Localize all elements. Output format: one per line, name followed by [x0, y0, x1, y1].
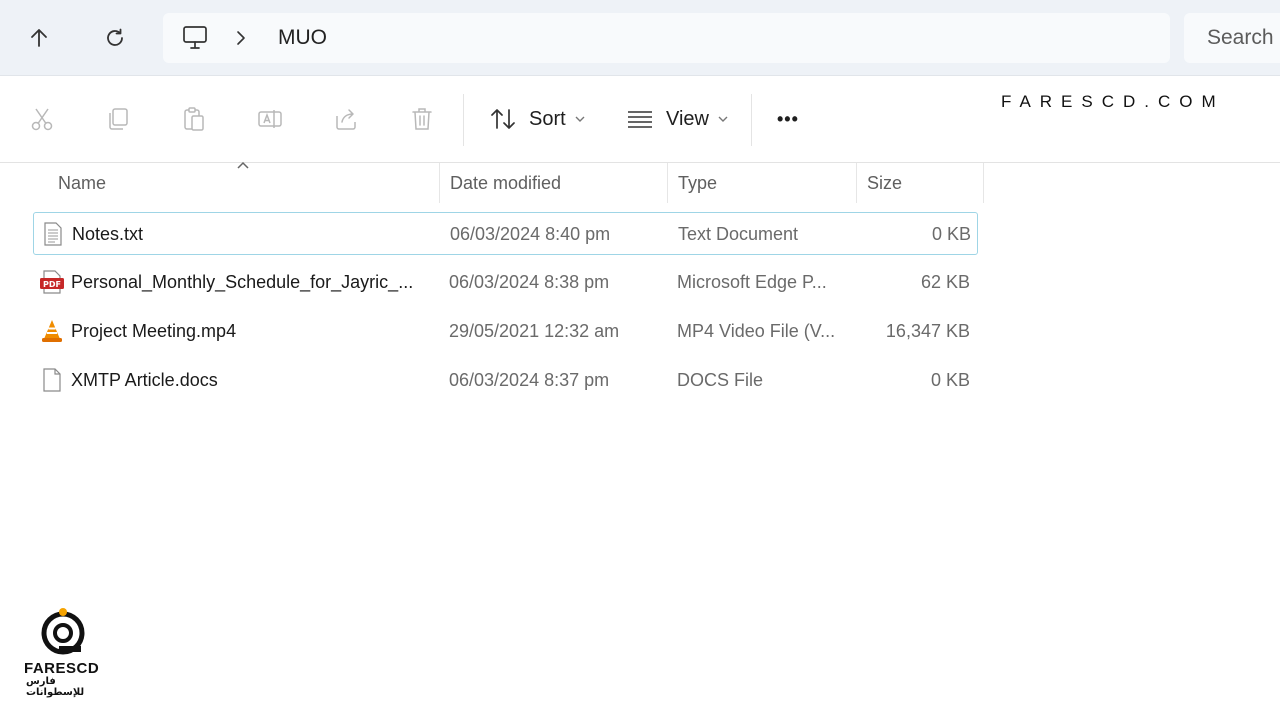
- trash-icon: [412, 108, 432, 130]
- column-divider[interactable]: [667, 163, 668, 203]
- view-button[interactable]: View: [626, 104, 729, 134]
- column-divider[interactable]: [856, 163, 857, 203]
- column-divider[interactable]: [983, 163, 984, 203]
- file-size: 0 KB: [930, 370, 970, 390]
- text-file-icon: [44, 222, 62, 246]
- column-header-name[interactable]: Name: [58, 163, 438, 203]
- copy-button[interactable]: [103, 104, 133, 134]
- search-input[interactable]: Search: [1184, 13, 1280, 63]
- file-type: Text Document: [678, 224, 799, 244]
- file-size: 16,347 KB: [885, 321, 970, 341]
- share-icon: [336, 109, 356, 130]
- sort-icon: [491, 109, 515, 129]
- cut-button[interactable]: [27, 104, 57, 134]
- scissors-icon: [31, 108, 53, 131]
- search-placeholder: Search: [1207, 26, 1274, 49]
- file-name: XMTP Article.docs: [71, 370, 218, 390]
- view-label: View: [666, 107, 709, 130]
- column-header-type[interactable]: Type: [678, 163, 856, 203]
- rename-button[interactable]: [255, 104, 285, 134]
- refresh-icon: [107, 28, 123, 46]
- file-type: DOCS File: [677, 370, 764, 390]
- file-row[interactable]: Notes.txt 06/03/2024 8:40 pm Text Docume…: [33, 212, 978, 255]
- toolbar-separator: [751, 94, 752, 146]
- delete-button[interactable]: [407, 104, 437, 134]
- logo-brand-text: FARESCD: [24, 660, 100, 677]
- file-date: 06/03/2024 8:38 pm: [449, 272, 610, 292]
- copy-icon: [109, 108, 128, 130]
- file-name: Notes.txt: [72, 224, 144, 244]
- svg-text:PDF: PDF: [43, 280, 61, 289]
- this-pc-icon: [183, 26, 207, 49]
- file-date: 06/03/2024 8:40 pm: [450, 224, 611, 244]
- blank-file-icon: [43, 368, 61, 392]
- chevron-down-icon: [718, 116, 728, 122]
- file-size: 62 KB: [920, 272, 970, 292]
- file-name: Project Meeting.mp4: [71, 321, 237, 341]
- refresh-button[interactable]: [97, 20, 133, 56]
- watermark-text: FARESCD.COM: [1001, 92, 1225, 111]
- sort-label: Sort: [529, 107, 566, 130]
- share-button[interactable]: [331, 104, 361, 134]
- file-type: MP4 Video File (V...: [677, 321, 836, 341]
- file-date: 29/05/2021 12:32 am: [449, 321, 620, 341]
- command-bar: Sort View ••• FARESCD.COM: [0, 76, 1280, 163]
- up-button[interactable]: [21, 20, 57, 56]
- sort-button[interactable]: Sort: [489, 104, 586, 134]
- column-divider[interactable]: [439, 163, 440, 203]
- column-header-date[interactable]: Date modified: [450, 163, 666, 203]
- file-date: 06/03/2024 8:37 pm: [449, 370, 610, 390]
- logo-emblem-icon: [41, 608, 85, 655]
- more-options-icon: •••: [777, 108, 799, 129]
- chevron-down-icon: [575, 116, 585, 122]
- vlc-cone-icon: [42, 320, 62, 342]
- file-size: 0 KB: [931, 224, 971, 244]
- address-field[interactable]: MUO: [163, 13, 1170, 63]
- rename-icon: [258, 110, 282, 128]
- file-name: Personal_Monthly_Schedule_for_Jayric_...: [71, 272, 414, 292]
- address-bar-region: MUO Search: [0, 0, 1280, 76]
- paste-button[interactable]: [179, 104, 209, 134]
- breadcrumb-current-folder[interactable]: MUO: [278, 26, 327, 50]
- farescd-logo: FARESCD فارس للإسطوانات: [22, 606, 104, 698]
- file-row[interactable]: Project Meeting.mp4 29/05/2021 12:32 am …: [33, 310, 976, 351]
- list-view-icon: [628, 111, 652, 128]
- toolbar-separator: [463, 94, 464, 146]
- chevron-right-icon[interactable]: [233, 29, 249, 47]
- clipboard-icon: [184, 107, 204, 131]
- file-type: Microsoft Edge P...: [677, 272, 827, 292]
- file-row[interactable]: XMTP Article.docs 06/03/2024 8:37 pm DOC…: [33, 359, 976, 400]
- pdf-file-icon: PDF: [40, 270, 64, 294]
- arrow-up-icon: [31, 29, 47, 47]
- column-header-size[interactable]: Size: [867, 163, 983, 203]
- logo-tagline: فارس للإسطوانات: [26, 676, 85, 698]
- more-options-button[interactable]: •••: [777, 104, 799, 134]
- file-row[interactable]: PDF Personal_Monthly_Schedule_for_Jayric…: [33, 261, 976, 302]
